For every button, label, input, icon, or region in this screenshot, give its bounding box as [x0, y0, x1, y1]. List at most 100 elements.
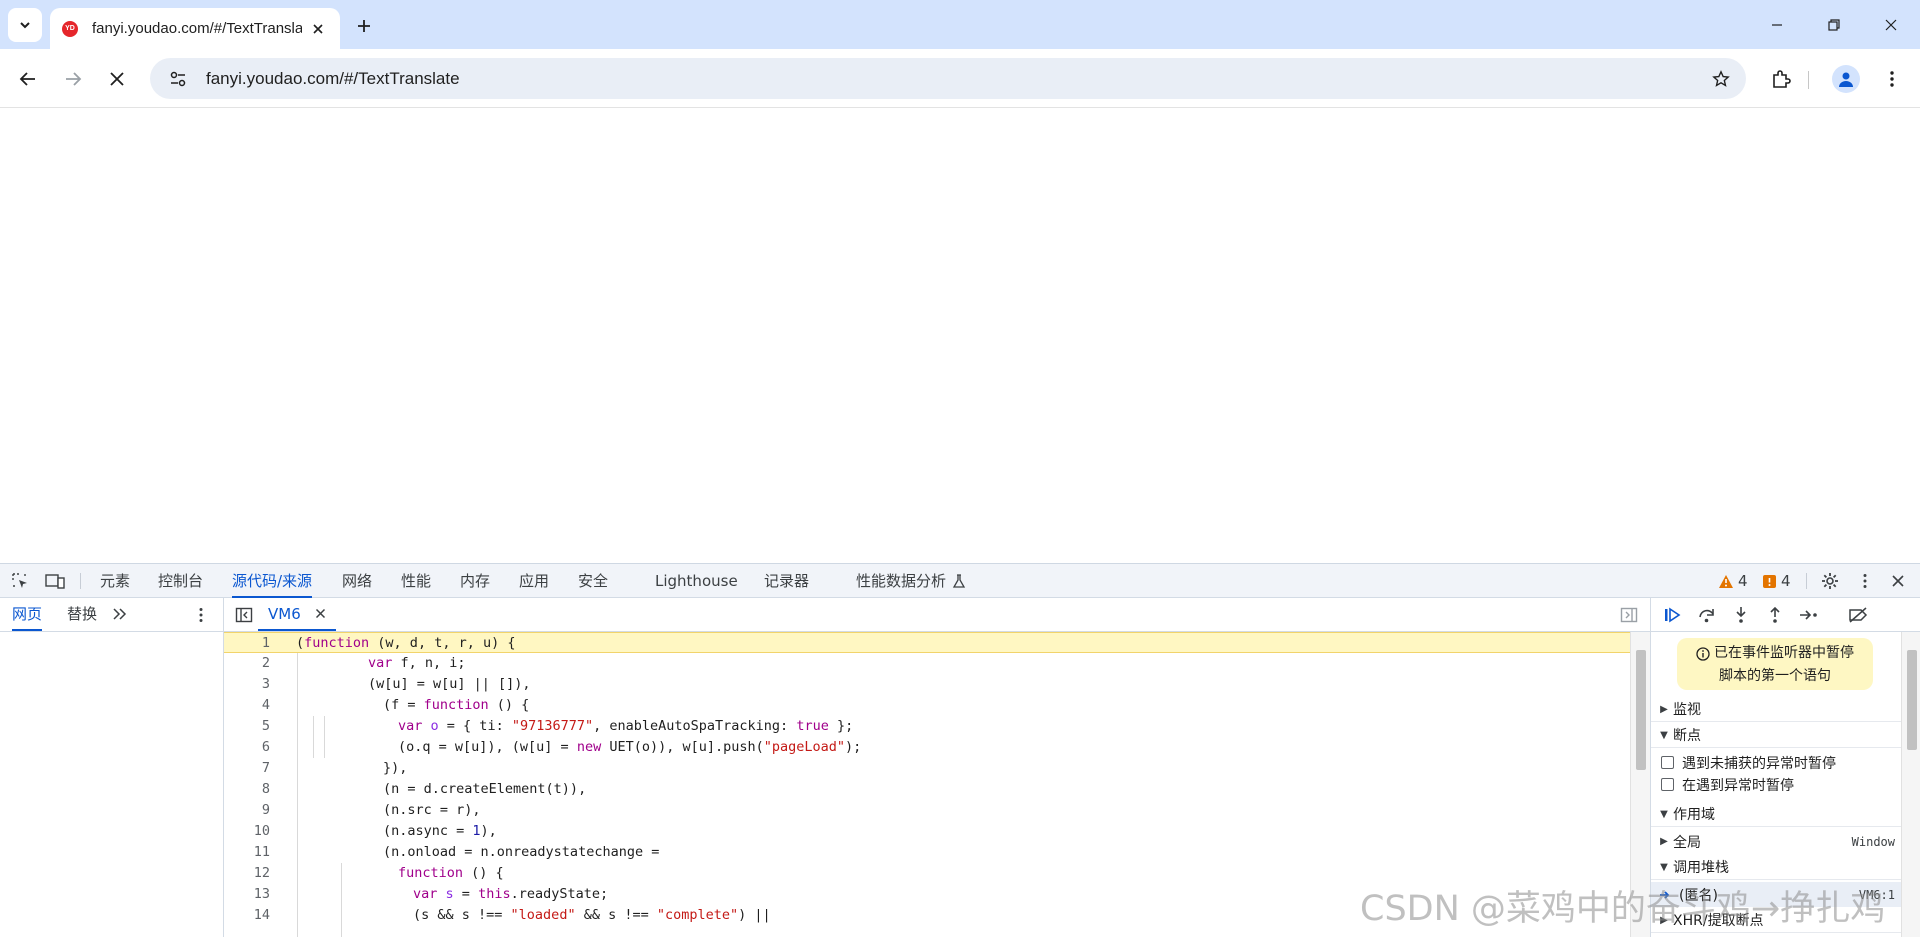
pause-caught-checkbox[interactable] [1661, 778, 1674, 791]
code-text: (n = d.createElement(t)), [383, 779, 586, 800]
code-line[interactable]: 6 (o.q = w[u]), (w[u] = new UET(o)), w[u]… [224, 737, 1632, 758]
code-line[interactable]: 12 function () { [224, 863, 1632, 884]
tab-performance[interactable]: 性能 [401, 564, 431, 598]
device-toolbar-button[interactable] [44, 570, 66, 592]
warnings-badge[interactable]: 4 [1718, 572, 1748, 590]
editor-scrollbar-thumb[interactable] [1636, 650, 1646, 770]
line-number[interactable]: 3 [224, 674, 270, 695]
tab-close-button[interactable] [308, 19, 328, 39]
line-number[interactable]: 2 [224, 653, 270, 674]
line-number[interactable]: 1 [224, 633, 270, 654]
file-tab-label: VM6 [268, 604, 301, 623]
toggle-navigator-button[interactable] [235, 606, 253, 628]
tab-search-button[interactable] [8, 8, 42, 42]
code-token: }; [828, 718, 854, 734]
browser-menu-button[interactable] [1874, 61, 1910, 97]
code-line[interactable]: 2 var f, n, i; [224, 653, 1632, 674]
pause-caught-option[interactable]: 在遇到异常时暂停 [1651, 772, 1901, 797]
code-lines[interactable]: 14 (s && s !== "loaded" && s !== "complet… [224, 632, 1650, 937]
line-number[interactable]: 8 [224, 779, 270, 800]
browser-tab[interactable]: YD fanyi.youdao.com/#/TextTranslate [50, 8, 340, 49]
code-token: (f = [383, 697, 424, 713]
tab-overrides[interactable]: 替换 [67, 598, 97, 631]
editor-scrollbar[interactable] [1630, 632, 1650, 937]
code-line[interactable]: 5 var o = { ti: "97136777", enableAutoSpa… [224, 716, 1632, 737]
profile-button[interactable] [1828, 61, 1864, 97]
line-number[interactable]: 7 [224, 758, 270, 779]
call-frame-row[interactable]: (匿名) VM6:1 [1651, 882, 1901, 907]
step-over-button[interactable] [1695, 604, 1719, 626]
resume-button[interactable] [1661, 604, 1685, 626]
code-line[interactable]: 3 (w[u] = w[u] || []), [224, 674, 1632, 695]
code-line[interactable]: 14 (s && s !== "loaded" && s !== "complet… [224, 905, 1632, 926]
line-number[interactable]: 5 [224, 716, 270, 737]
call-stack-section-header[interactable]: ▼ 调用堆栈 [1651, 855, 1901, 880]
forward-button[interactable] [55, 61, 91, 97]
line-number[interactable]: 12 [224, 863, 270, 884]
toggle-debugger-button[interactable] [1620, 606, 1638, 628]
back-button[interactable] [10, 61, 46, 97]
more-tabs-button[interactable] [112, 607, 128, 625]
step-button[interactable] [1797, 604, 1821, 626]
line-number[interactable]: 14 [224, 905, 270, 926]
tab-memory[interactable]: 内存 [460, 564, 490, 598]
tab-network[interactable]: 网络 [342, 564, 372, 598]
close-window-button[interactable] [1863, 0, 1919, 49]
file-tab-vm6[interactable]: VM6 [258, 598, 336, 631]
devtools-menu-button[interactable] [1854, 570, 1876, 592]
tab-performance-insights[interactable]: 性能数据分析 [856, 564, 966, 598]
code-line[interactable]: 9 (n.src = r), [224, 800, 1632, 821]
new-tab-button[interactable] [350, 12, 378, 40]
debugger-scrollbar[interactable] [1901, 632, 1920, 937]
code-line[interactable]: 1 (function (w, d, t, r, u) { [224, 632, 1632, 653]
code-line[interactable]: 10 (n.async = 1), [224, 821, 1632, 842]
tab-page[interactable]: 网页 [12, 598, 43, 631]
browser-toolbar: fanyi.youdao.com/#/TextTranslate [0, 49, 1920, 108]
info-icon [1696, 646, 1710, 661]
tab-security[interactable]: 安全 [578, 564, 608, 598]
code-line[interactable]: 11 (n.onload = n.onreadystatechange = [224, 842, 1632, 863]
navigator-menu-button[interactable] [198, 607, 204, 627]
close-icon[interactable] [315, 608, 326, 619]
line-number[interactable]: 6 [224, 737, 270, 758]
watch-section-header[interactable]: ▶ 监视 [1651, 697, 1901, 722]
line-number[interactable]: 9 [224, 800, 270, 821]
devtools-close-button[interactable] [1887, 570, 1909, 592]
breakpoints-section-header[interactable]: ▼ 断点 [1651, 723, 1901, 748]
inspect-element-button[interactable] [9, 570, 31, 592]
minimize-button[interactable] [1749, 0, 1805, 49]
code-line[interactable]: 7}), [224, 758, 1632, 779]
line-number[interactable]: 4 [224, 695, 270, 716]
tab-sources[interactable]: 源代码/来源 [232, 564, 313, 598]
address-bar[interactable]: fanyi.youdao.com/#/TextTranslate [150, 58, 1746, 99]
deactivate-breakpoints-button[interactable] [1846, 604, 1870, 626]
tab-elements[interactable]: 元素 [100, 564, 130, 598]
scope-section-header[interactable]: ▼ 作用域 [1651, 802, 1901, 827]
code-token: ) || [738, 907, 771, 923]
code-line[interactable]: 13 var s = this.readyState; [224, 884, 1632, 905]
tab-application[interactable]: 应用 [519, 564, 549, 598]
restore-button[interactable] [1806, 0, 1862, 49]
code-line[interactable]: 4 (f = function () { [224, 695, 1632, 716]
watch-label: 监视 [1673, 702, 1701, 718]
site-info-button[interactable] [158, 58, 198, 99]
tab-recorder[interactable]: 记录器 [764, 564, 809, 598]
line-number[interactable]: 13 [224, 884, 270, 905]
debugger-scrollbar-thumb[interactable] [1907, 650, 1917, 750]
stop-loading-button[interactable] [99, 61, 135, 97]
line-number[interactable]: 10 [224, 821, 270, 842]
tab-console[interactable]: 控制台 [158, 564, 203, 598]
pause-uncaught-checkbox[interactable] [1661, 756, 1674, 769]
step-into-button[interactable] [1729, 604, 1753, 626]
devtools-settings-button[interactable] [1819, 570, 1841, 592]
errors-badge[interactable]: 4 [1762, 572, 1791, 590]
tab-lighthouse[interactable]: Lighthouse [655, 564, 738, 598]
code-line[interactable]: 8 (n = d.createElement(t)), [224, 779, 1632, 800]
step-out-button[interactable] [1763, 604, 1787, 626]
line-number[interactable]: 11 [224, 842, 270, 863]
tune-icon [170, 71, 186, 86]
bookmark-button[interactable] [1708, 66, 1734, 92]
scope-global-row[interactable]: ▶ 全局 Window [1651, 829, 1901, 854]
xhr-breakpoints-section-header[interactable]: ▶ XHR/提取断点 [1651, 908, 1901, 933]
extensions-button[interactable] [1763, 61, 1799, 97]
